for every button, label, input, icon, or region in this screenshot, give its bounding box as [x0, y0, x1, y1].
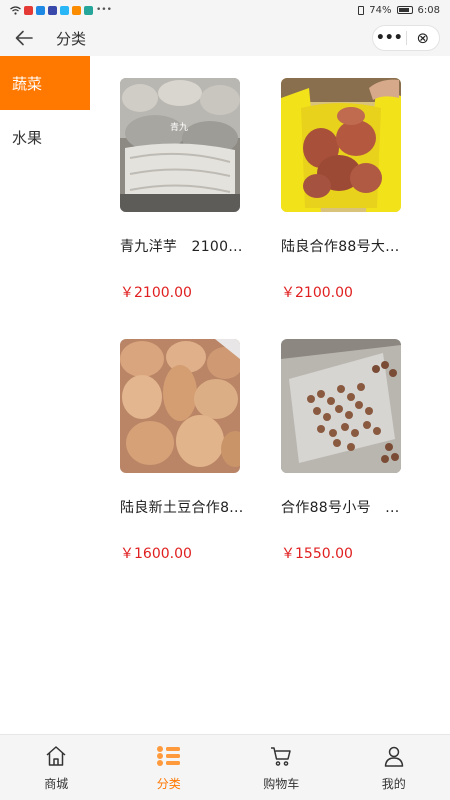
product-name: 陆良新土豆合作8... [120, 500, 244, 516]
more-notifications-icon: ••• [96, 5, 112, 15]
cart-icon [268, 743, 294, 769]
product-image [281, 339, 401, 473]
tab-cart[interactable]: 购物车 [225, 735, 338, 800]
user-icon [381, 743, 407, 769]
home-icon [43, 743, 69, 769]
more-menu-button[interactable]: ••• [373, 26, 406, 50]
category-list-icon [156, 743, 182, 769]
product-name: 陆良合作88号大... [281, 239, 400, 255]
product-image [281, 78, 401, 212]
product-card[interactable]: 陆良新土豆合作8... ￥1600.00 [120, 339, 260, 563]
clock: 6:08 [417, 4, 440, 16]
sidebar-item-label: 蔬菜 [12, 74, 43, 93]
product-image [120, 339, 240, 473]
status-bar: ••• 74% 6:08 [0, 0, 450, 20]
status-right: 74% 6:08 [358, 5, 440, 16]
product-price: ￥2100.00 [281, 285, 353, 301]
tab-label: 商城 [44, 777, 69, 791]
sidebar-item-label: 水果 [12, 128, 43, 147]
tab-category[interactable]: 分类 [113, 735, 226, 800]
product-name: 合作88号小号 ... [281, 500, 400, 516]
sidebar-item-fruits[interactable]: 水果 [0, 110, 90, 164]
app-notification-icon [60, 5, 69, 15]
product-price: ￥1550.00 [281, 546, 353, 562]
category-sidebar: 蔬菜 水果 [0, 56, 90, 734]
close-button[interactable]: ⊗ [407, 26, 440, 50]
wifi-icon [10, 5, 21, 15]
tab-label: 购物车 [263, 777, 300, 791]
photo-label: 青九 [170, 121, 188, 133]
arrow-left-icon [15, 30, 33, 46]
product-price: ￥2100.00 [120, 285, 192, 301]
battery-percent: 74% [369, 4, 392, 16]
app-notification-icon [84, 5, 93, 15]
page-title: 分类 [56, 29, 87, 48]
top-navigation-bar: 分类 ••• ⊗ [0, 20, 450, 56]
vibrate-icon [358, 5, 365, 15]
product-name: 青九洋芋 2100... [120, 239, 243, 255]
battery-icon [396, 6, 413, 14]
product-card[interactable]: 陆良合作88号大... ￥2100.00 [281, 78, 421, 302]
app-notification-icon [24, 5, 33, 15]
tab-profile[interactable]: 我的 [338, 735, 450, 800]
app-notification-icon [36, 5, 45, 15]
product-grid: 青九 青九洋芋 2100... ￥2100.00 陆良合作88号大... ￥21… [90, 56, 450, 734]
tab-label: 我的 [381, 777, 406, 791]
mini-program-capsule: ••• ⊗ [372, 25, 440, 51]
product-image: 青九 [120, 78, 240, 212]
product-card[interactable]: 合作88号小号 ... ￥1550.00 [281, 339, 421, 563]
sidebar-item-vegetables[interactable]: 蔬菜 [0, 56, 90, 110]
product-card[interactable]: 青九 青九洋芋 2100... ￥2100.00 [120, 78, 260, 302]
back-button[interactable] [12, 26, 36, 50]
app-notification-icon [72, 5, 81, 15]
product-price: ￥1600.00 [120, 546, 192, 562]
app-notification-icon [48, 5, 57, 15]
status-icons: ••• [10, 5, 112, 15]
bottom-tab-bar: 商城 分类 购物车 我的 [0, 734, 450, 800]
tab-mall[interactable]: 商城 [0, 735, 113, 800]
tab-label: 分类 [156, 777, 181, 791]
